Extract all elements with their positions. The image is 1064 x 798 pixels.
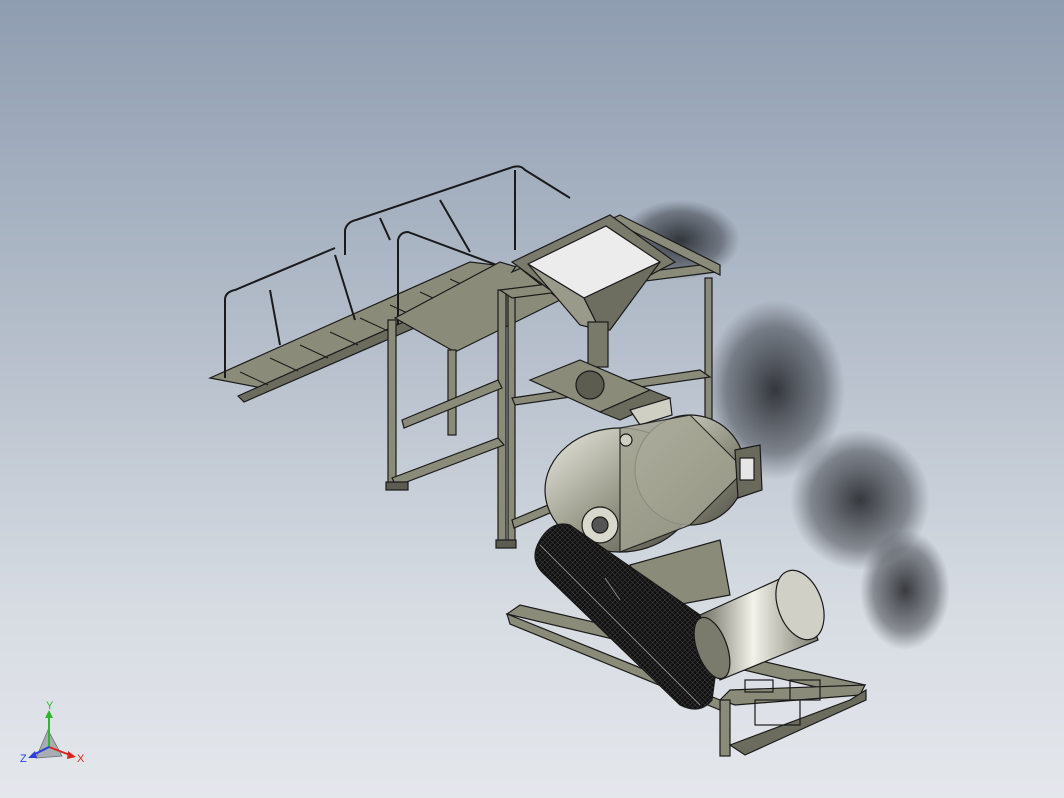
- triad-x-label: X: [77, 753, 85, 765]
- triad-z-label: Z: [20, 753, 27, 765]
- triad-axes: Y X Z: [20, 700, 85, 765]
- triad-z-arrow: [28, 751, 37, 758]
- triad-x-arrow: [67, 751, 76, 759]
- model-view[interactable]: [0, 0, 1064, 798]
- coordinate-triad: Y X Z: [18, 700, 88, 770]
- triad-y-label: Y: [46, 700, 54, 712]
- graphics-viewport[interactable]: Y X Z: [0, 0, 1064, 798]
